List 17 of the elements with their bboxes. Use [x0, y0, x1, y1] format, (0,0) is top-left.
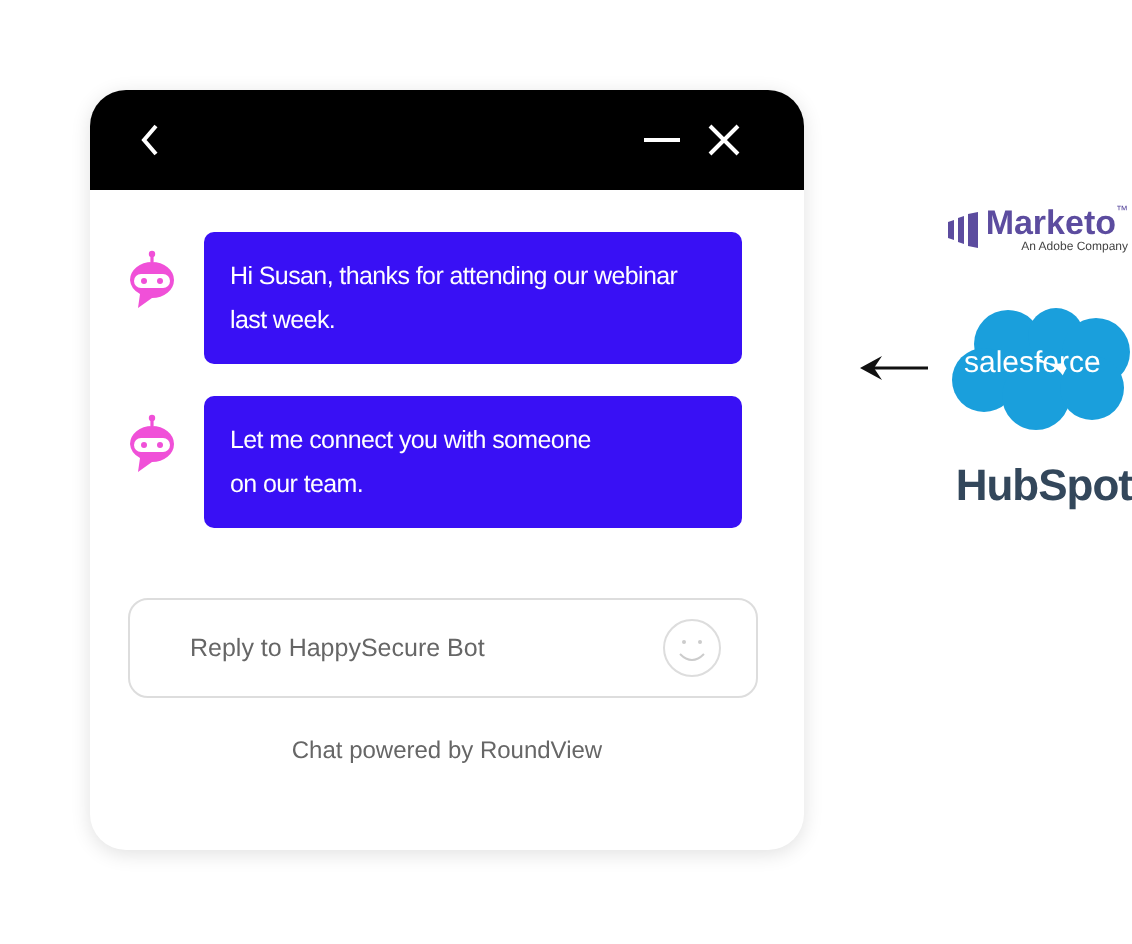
bars-icon — [947, 212, 978, 248]
minimize-icon — [644, 138, 680, 142]
brand-name: HubSpot — [955, 460, 1132, 512]
back-icon — [138, 122, 162, 158]
brand-name: salesforce — [964, 346, 1101, 380]
close-icon — [708, 124, 740, 156]
close-button[interactable] — [704, 120, 744, 160]
message-bubble: Let me connect you with someone on our team. — [204, 396, 742, 528]
reply-field[interactable]: Reply to HappySecure Bot — [128, 598, 758, 698]
message-bubble: Hi Susan, thanks for attending our webinar last week. — [204, 232, 742, 364]
arrow-icon — [860, 354, 928, 382]
bot-avatar-icon — [124, 414, 180, 474]
cloud-icon — [948, 304, 1132, 432]
bot-avatar-icon — [124, 250, 180, 310]
minimize-button[interactable] — [640, 134, 684, 146]
brand-name: Marketo — [985, 206, 1116, 242]
footer-text: Chat powered by RoundView — [289, 736, 605, 764]
